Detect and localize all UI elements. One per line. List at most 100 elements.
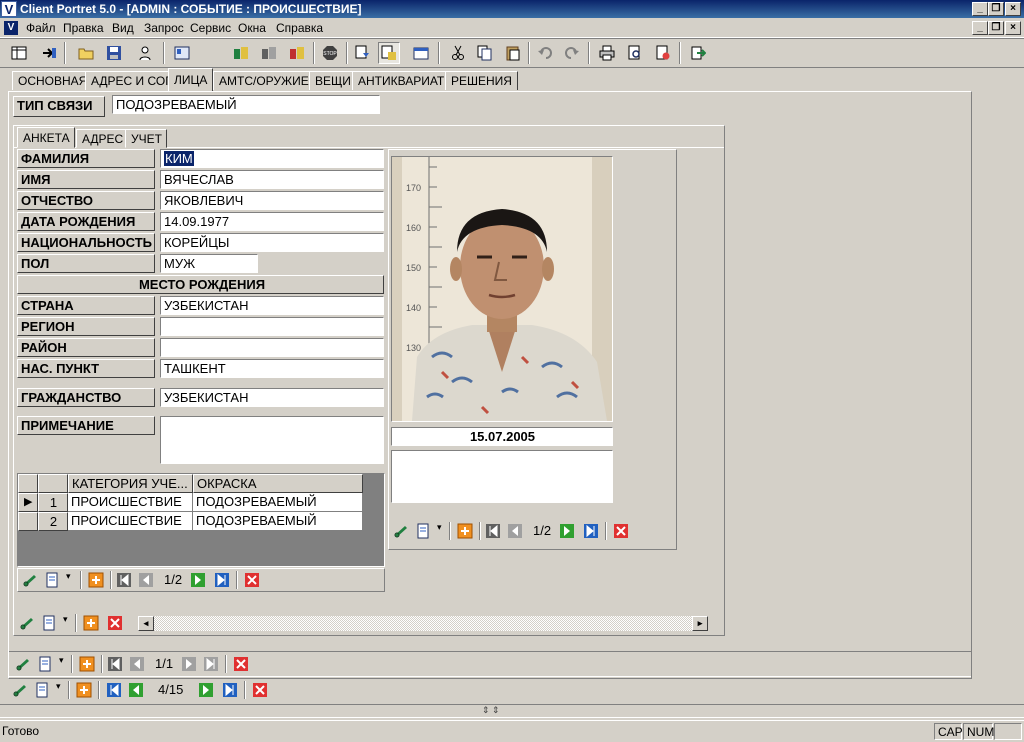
- mdi-close-icon[interactable]: ×: [1005, 21, 1021, 35]
- photo-date-field[interactable]: 15.07.2005: [391, 427, 613, 446]
- person-search-icon[interactable]: [135, 42, 157, 64]
- document-menu-icon[interactable]: [41, 615, 57, 631]
- restore-icon[interactable]: ❐: [988, 2, 1004, 16]
- last-record-icon[interactable]: [203, 656, 219, 672]
- grid-row-color[interactable]: ПОДОЗРЕВАЕМЫЙ: [193, 493, 363, 512]
- next-record-icon[interactable]: [190, 572, 206, 588]
- scroll-left-icon[interactable]: ◂: [138, 616, 154, 631]
- dropdown-arrow-icon[interactable]: ▾: [56, 681, 61, 692]
- district-field[interactable]: [160, 338, 384, 357]
- delete-record-icon[interactable]: [244, 572, 260, 588]
- tab-main[interactable]: ОСНОВНАЯ: [12, 71, 94, 90]
- document-menu-icon[interactable]: [34, 682, 50, 698]
- add-person-icon[interactable]: [83, 615, 99, 631]
- add-event-icon[interactable]: [76, 682, 92, 698]
- undo-icon[interactable]: [534, 42, 556, 64]
- copy-icon[interactable]: [474, 42, 496, 64]
- first-record-icon[interactable]: [116, 572, 132, 588]
- prev-record-icon[interactable]: [138, 572, 154, 588]
- query-2-icon[interactable]: [258, 42, 280, 64]
- query-1-icon[interactable]: [230, 42, 252, 64]
- link-type-field[interactable]: ПОДОЗРЕВАЕМЫЙ: [112, 95, 380, 114]
- person-photo[interactable]: 170 160 150 140 130: [391, 156, 613, 422]
- stop-icon[interactable]: STOP: [319, 42, 341, 64]
- tab-sub-address[interactable]: АДРЕС: [76, 129, 129, 148]
- tab-items[interactable]: ВЕЩИ: [309, 71, 357, 90]
- region-field[interactable]: [160, 317, 384, 336]
- first-record-icon[interactable]: [107, 656, 123, 672]
- tab-antiques[interactable]: АНТИКВАРИАТ: [352, 71, 451, 90]
- country-field[interactable]: УЗБЕКИСТАН: [160, 296, 384, 315]
- grid-header-color[interactable]: ОКРАСКА: [193, 474, 363, 493]
- document-menu-icon[interactable]: [415, 523, 431, 539]
- preview-icon[interactable]: [624, 42, 646, 64]
- document-menu-icon[interactable]: [44, 572, 60, 588]
- document-menu-icon[interactable]: [37, 656, 53, 672]
- menu-file[interactable]: Файл: [26, 21, 56, 35]
- next-record-icon[interactable]: [181, 656, 197, 672]
- tab-address[interactable]: АДРЕС И СОГ: [85, 71, 178, 90]
- minimize-icon[interactable]: _: [972, 2, 988, 16]
- nationality-field[interactable]: КОРЕЙЦЫ: [160, 233, 384, 252]
- tab-vehicles[interactable]: АМТС/ОРУЖИЕ: [213, 71, 315, 90]
- sex-field[interactable]: МУЖ: [160, 254, 258, 273]
- print-icon[interactable]: [596, 42, 618, 64]
- open-folder-icon[interactable]: [75, 42, 97, 64]
- first-photo-icon[interactable]: [485, 523, 501, 539]
- paste-icon[interactable]: [502, 42, 524, 64]
- filter-pressed-icon[interactable]: [378, 42, 400, 64]
- birth-date-field[interactable]: 14.09.1977: [160, 212, 384, 231]
- prev-photo-icon[interactable]: [507, 523, 523, 539]
- menu-service[interactable]: Сервис: [190, 21, 231, 35]
- add-record-icon[interactable]: [88, 572, 104, 588]
- tab-decisions[interactable]: РЕШЕНИЯ: [445, 71, 518, 90]
- grid-row-color[interactable]: ПОДОЗРЕВАЕМЫЙ: [193, 512, 363, 531]
- save-icon[interactable]: [103, 42, 125, 64]
- export-icon[interactable]: [652, 42, 674, 64]
- link-icon[interactable]: [19, 615, 35, 631]
- scroll-right-icon[interactable]: ▸: [692, 616, 708, 631]
- close-icon[interactable]: ×: [1005, 2, 1021, 16]
- horizontal-scrollbar[interactable]: ◂ ▸: [137, 615, 709, 632]
- delete-record-icon[interactable]: [233, 656, 249, 672]
- first-event-icon[interactable]: [106, 682, 122, 698]
- mdi-restore-icon[interactable]: ❐: [988, 21, 1004, 35]
- link-icon[interactable]: [22, 572, 38, 588]
- next-event-icon[interactable]: [198, 682, 214, 698]
- menu-help[interactable]: Справка: [276, 21, 323, 35]
- photo-note-field[interactable]: [391, 450, 613, 503]
- query-3-icon[interactable]: [286, 42, 308, 64]
- next-photo-icon[interactable]: [559, 523, 575, 539]
- last-record-icon[interactable]: [214, 572, 230, 588]
- grid-row-category[interactable]: ПРОИСШЕСТВИЕ: [68, 493, 193, 512]
- grid-row-category[interactable]: ПРОИСШЕСТВИЕ: [68, 512, 193, 531]
- note-field[interactable]: [160, 416, 384, 464]
- filter-icon[interactable]: [352, 42, 374, 64]
- citizenship-field[interactable]: УЗБЕКИСТАН: [160, 388, 384, 407]
- exit-icon[interactable]: [687, 42, 709, 64]
- cut-icon[interactable]: [447, 42, 469, 64]
- splitter-grip-icon[interactable]: ⇕ ⇕: [482, 705, 500, 716]
- menu-edit[interactable]: Правка: [63, 21, 104, 35]
- dropdown-arrow-icon[interactable]: ▾: [437, 522, 442, 533]
- locality-field[interactable]: ТАШКЕНТ: [160, 359, 384, 378]
- link-icon[interactable]: [393, 523, 409, 539]
- navigate-icon[interactable]: [38, 42, 60, 64]
- delete-event-icon[interactable]: [252, 682, 268, 698]
- menu-view[interactable]: Вид: [112, 21, 134, 35]
- splitter[interactable]: ⇕ ⇕: [0, 704, 1024, 718]
- tab-questionnaire[interactable]: АНКЕТА: [17, 127, 75, 148]
- link-icon[interactable]: [15, 656, 31, 672]
- menu-windows[interactable]: Окна: [238, 21, 266, 35]
- add-record-icon[interactable]: [79, 656, 95, 672]
- menu-query[interactable]: Запрос: [144, 21, 184, 35]
- card-icon[interactable]: [171, 42, 193, 64]
- redo-icon[interactable]: [561, 42, 583, 64]
- dropdown-arrow-icon[interactable]: ▾: [59, 655, 64, 666]
- prev-event-icon[interactable]: [128, 682, 144, 698]
- surname-field[interactable]: КИМ: [160, 149, 384, 168]
- tab-record[interactable]: УЧЕТ: [125, 129, 167, 148]
- tab-persons[interactable]: ЛИЦА: [168, 68, 214, 91]
- prev-record-icon[interactable]: [129, 656, 145, 672]
- link-icon[interactable]: [12, 682, 28, 698]
